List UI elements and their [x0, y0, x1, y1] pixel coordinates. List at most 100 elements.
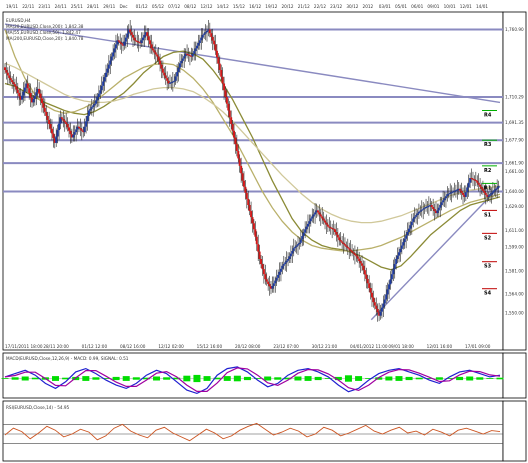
candle-body — [484, 192, 487, 195]
macd-histogram-bar — [233, 375, 241, 382]
candle-body — [247, 198, 250, 205]
candle-body — [5, 70, 8, 73]
macd-histogram-bar — [243, 376, 251, 381]
candle-body — [376, 308, 379, 313]
candle-body — [410, 221, 413, 226]
candle-body — [308, 221, 311, 224]
top-date-label: 22/11 — [22, 4, 34, 9]
candle-body — [422, 208, 425, 210]
candle-body — [241, 173, 244, 181]
candle-body — [18, 92, 21, 97]
candle-body — [231, 124, 234, 131]
candle-body — [342, 242, 345, 245]
pivot-label: S1 — [484, 212, 492, 218]
candle-body — [325, 222, 328, 225]
top-date-label: 12/01 — [460, 4, 472, 9]
macd-histogram-bar — [203, 376, 211, 381]
candle-body — [462, 192, 465, 195]
candle-body — [487, 195, 490, 197]
candle-body — [322, 218, 325, 221]
candle-body — [164, 75, 167, 79]
candle-body — [358, 258, 361, 262]
macd-histogram-bar — [466, 376, 474, 381]
candle-body — [129, 29, 132, 33]
price-axis — [502, 11, 527, 351]
candle-body — [362, 265, 365, 271]
candle-body — [417, 211, 420, 214]
candle-body — [292, 248, 295, 251]
top-date-label: 07/12 — [168, 4, 180, 9]
candle-body — [491, 191, 494, 193]
candle-body — [89, 108, 92, 111]
price-axis-label: 1,564.00 — [505, 292, 524, 297]
candle-body — [415, 215, 418, 217]
candle-body — [437, 207, 440, 211]
candle-body — [46, 115, 49, 120]
candle-body — [311, 216, 314, 219]
candle-body — [479, 184, 482, 187]
price-axis-label: 1,661.00 — [505, 169, 524, 174]
candle-body — [221, 76, 224, 84]
candle-body — [319, 214, 322, 217]
candle-body — [409, 225, 412, 229]
candle-body — [123, 41, 126, 46]
price-axis-label: 1,611.00 — [505, 228, 524, 233]
macd-histogram-bar — [456, 376, 464, 381]
candle-body — [161, 68, 164, 73]
candle-body — [295, 245, 298, 247]
candle-body — [252, 223, 255, 230]
candle-body — [176, 72, 179, 77]
candle-body — [200, 37, 203, 41]
pivot-label: R3 — [484, 142, 492, 148]
macd-histogram-bar — [52, 376, 60, 381]
macd-histogram-bar — [476, 377, 484, 380]
candle-body — [351, 250, 354, 253]
macd-histogram-bar — [163, 377, 171, 380]
candle-body — [464, 192, 467, 197]
candle-body — [238, 158, 241, 166]
top-date-label: 16/12 — [249, 4, 261, 9]
price-axis-label: 1,629.00 — [505, 204, 524, 209]
top-date-label: 19/12 — [265, 4, 277, 9]
top-date-label: 23/11 — [38, 4, 50, 9]
candle-body — [289, 253, 292, 257]
candle-body — [254, 229, 257, 237]
candle-body — [22, 91, 25, 96]
candle-body — [262, 269, 265, 275]
price-axis-label: 1,599.00 — [505, 244, 524, 249]
candle-body — [255, 236, 258, 245]
candle-body — [355, 254, 358, 257]
candle-body — [444, 196, 447, 199]
price-axis-label: 1,760.90 — [505, 27, 524, 32]
candle-body — [26, 83, 29, 89]
candle-body — [324, 220, 327, 223]
candle-body — [297, 244, 300, 246]
candle-body — [77, 126, 80, 129]
candle-body — [245, 192, 248, 199]
candle-body — [419, 210, 422, 212]
candle-body — [430, 205, 433, 208]
candle-body — [33, 95, 36, 100]
macd-histogram-bar — [314, 376, 322, 381]
macd-histogram-bar — [415, 377, 423, 380]
candle-body — [365, 274, 368, 279]
candle-body — [228, 110, 231, 118]
candle-body — [210, 33, 213, 37]
candle-body — [420, 209, 423, 211]
candle-body — [302, 232, 305, 237]
top-date-label: 14/12 — [217, 4, 229, 9]
candle-body — [314, 212, 317, 215]
chart-canvas: R4 R3 R2 R1 S1 S2 S3 S4 19/11 22/11 23/11 24/11 25/… — [1, 4, 527, 462]
candle-body — [272, 283, 275, 286]
candle-body — [372, 297, 375, 303]
candle-body — [166, 78, 169, 81]
candle-body — [66, 124, 69, 128]
candle-body — [412, 218, 415, 222]
top-date-label: 01/12 — [136, 4, 148, 9]
candle-body — [198, 40, 201, 43]
candle-body — [335, 232, 338, 235]
candle-body — [386, 289, 389, 295]
candle-body — [153, 50, 156, 53]
candle-body — [32, 99, 35, 103]
candle-body — [217, 57, 220, 64]
